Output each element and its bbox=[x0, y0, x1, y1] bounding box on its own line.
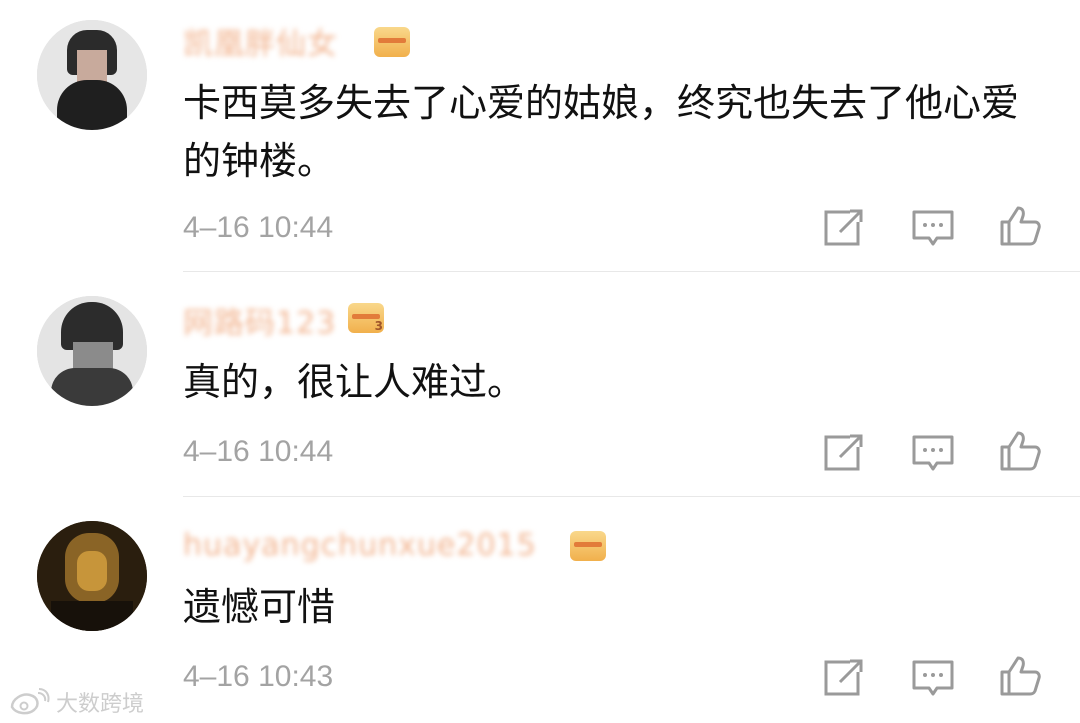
watermark-text: 大数跨境 bbox=[56, 692, 145, 717]
share-edit-icon bbox=[824, 659, 863, 696]
comment-bubble-icon bbox=[912, 660, 954, 696]
comment-item: huayangchunxue2015 遗憾可惜 4–16 10:43 bbox=[0, 0, 1080, 723]
reply-button[interactable] bbox=[909, 656, 957, 700]
forward-button[interactable] bbox=[820, 656, 868, 700]
avatar[interactable] bbox=[37, 521, 147, 631]
weibo-logo-icon bbox=[10, 688, 50, 715]
comment-text: 遗憾可惜 bbox=[183, 585, 336, 629]
like-button[interactable] bbox=[996, 654, 1044, 698]
username[interactable]: huayangchunxue2015 bbox=[183, 528, 537, 563]
thumbs-up-icon bbox=[1000, 656, 1041, 696]
watermark: 大数跨境 bbox=[8, 686, 144, 718]
member-badge-icon bbox=[570, 531, 606, 561]
comment-time: 4–16 10:43 bbox=[183, 660, 334, 693]
